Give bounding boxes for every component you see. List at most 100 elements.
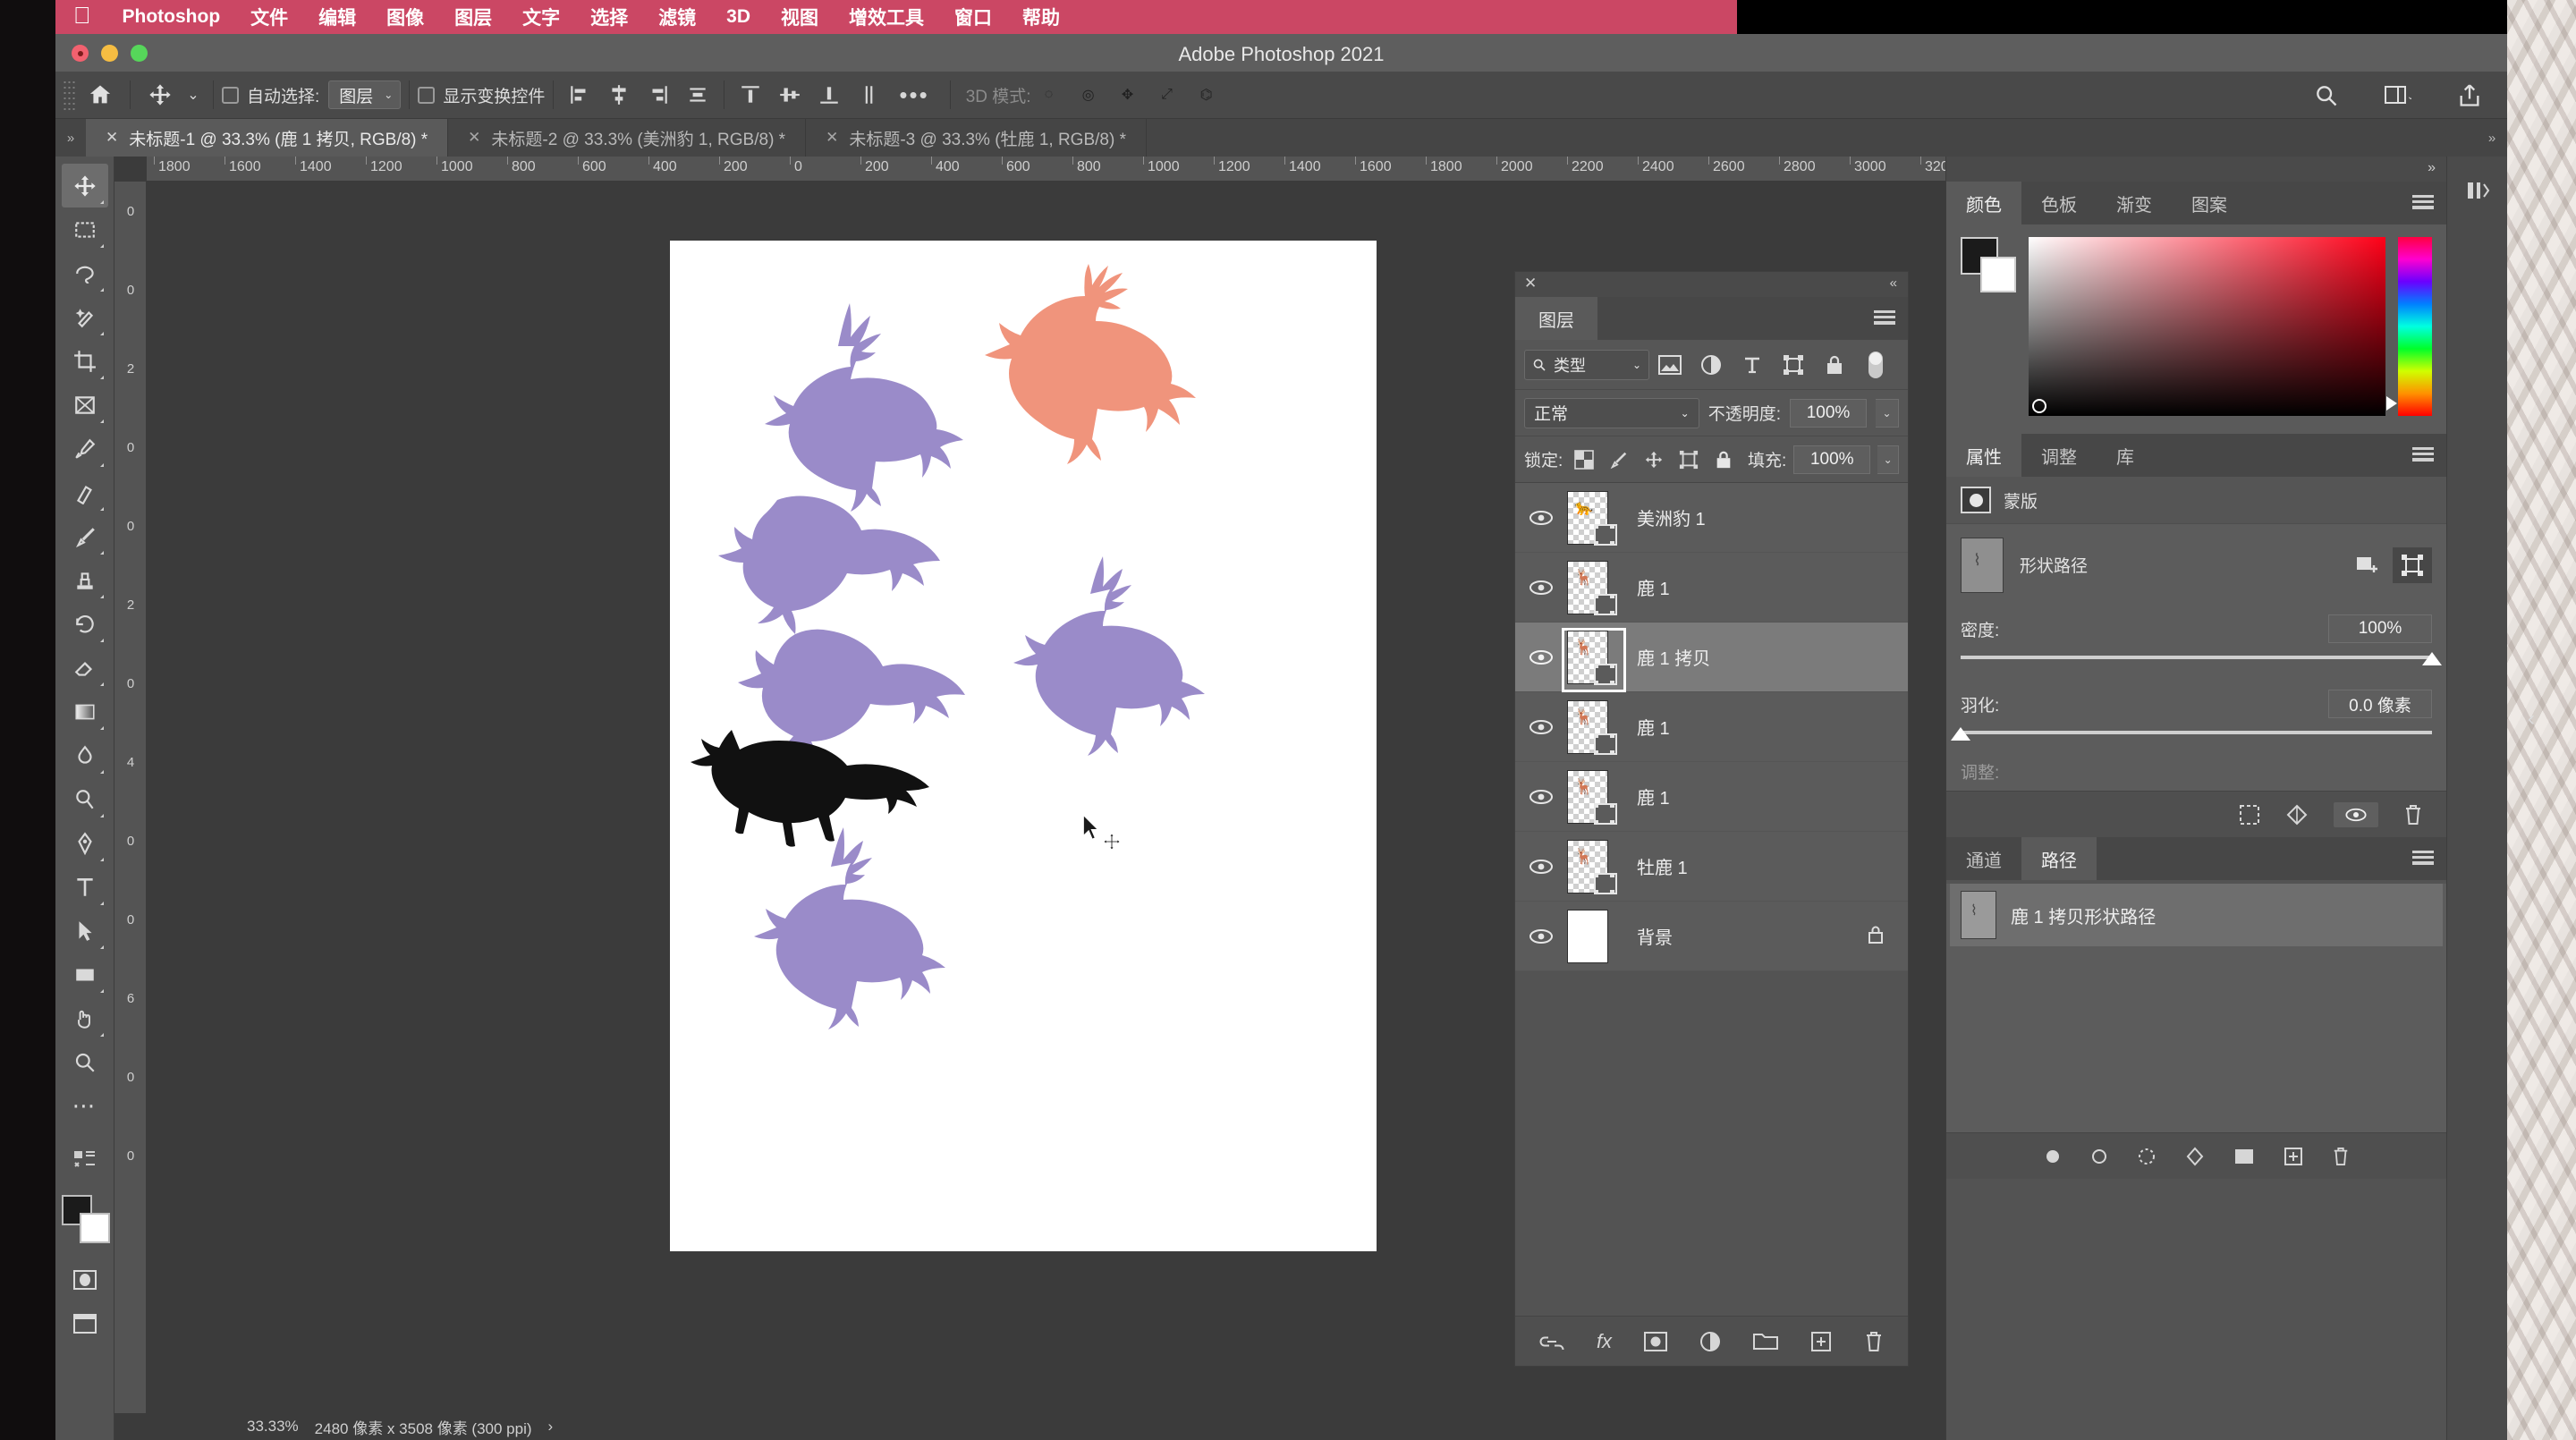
tool-blur[interactable] xyxy=(62,733,108,777)
tool-crop[interactable] xyxy=(62,339,108,383)
density-value[interactable]: 100% xyxy=(2328,614,2432,643)
close-icon[interactable]: ✕ xyxy=(106,129,118,147)
status-chevron-icon[interactable]: › xyxy=(548,1418,554,1436)
lock-position-icon[interactable] xyxy=(1640,445,1667,475)
menu-item-help[interactable]: 帮助 xyxy=(1007,4,1075,30)
tab-properties[interactable]: 属性 xyxy=(1946,434,2021,477)
tool-spot-healing-brush[interactable] xyxy=(62,470,108,514)
auto-select-scope-dropdown[interactable]: 图层 ⌄ xyxy=(328,80,401,109)
layer-style-fx-icon[interactable]: fx xyxy=(1597,1330,1612,1353)
tool-eyedropper[interactable] xyxy=(62,427,108,470)
quick-mask-icon[interactable] xyxy=(62,1258,108,1301)
color-field[interactable] xyxy=(2029,237,2385,416)
collapse-panel-icon[interactable]: » xyxy=(2428,160,2436,176)
layer-visibility-icon[interactable] xyxy=(1515,928,1567,944)
layer-thumbnail[interactable]: 🦌 xyxy=(1567,698,1623,757)
zoom-3d-icon[interactable]: ⌬ xyxy=(1189,77,1224,113)
workspace-icon[interactable]: ⌄ xyxy=(2371,77,2425,114)
tool-dodge[interactable] xyxy=(62,777,108,821)
fill-path-icon[interactable] xyxy=(2044,1148,2062,1165)
tool-lasso[interactable] xyxy=(62,251,108,295)
menu-item-window[interactable]: 窗口 xyxy=(939,4,1007,30)
document-tab-2[interactable]: ✕ 未标题-2 @ 33.3% (美洲豹 1, RGB/8) * xyxy=(448,119,806,157)
align-center-h-icon[interactable] xyxy=(601,77,637,113)
layer-thumbnail[interactable]: 🐆 xyxy=(1567,488,1623,547)
layer-visibility-icon[interactable] xyxy=(1515,719,1567,735)
panel-menu-icon[interactable] xyxy=(2412,195,2434,209)
mask-options-icon[interactable] xyxy=(2393,547,2432,583)
density-slider-handle[interactable] xyxy=(2422,652,2442,665)
panel-menu-icon[interactable] xyxy=(1874,310,1895,325)
close-icon[interactable]: ✕ xyxy=(826,129,838,147)
new-layer-icon[interactable] xyxy=(1810,1331,1832,1352)
layer-thumbnail[interactable] xyxy=(1567,907,1623,966)
panel-menu-icon[interactable] xyxy=(2412,851,2434,865)
canvas-document[interactable] xyxy=(670,241,1377,1251)
background-color-swatch[interactable] xyxy=(80,1213,110,1243)
zoom-level[interactable]: 33.33% xyxy=(247,1418,299,1436)
hue-slider[interactable] xyxy=(2398,237,2432,416)
show-transform-controls-checkbox[interactable] xyxy=(418,87,435,104)
layer-name[interactable]: 鹿 1 拷贝 xyxy=(1623,644,1710,670)
close-icon[interactable]: ✕ xyxy=(1524,275,1537,292)
tab-paths[interactable]: 路径 xyxy=(2021,837,2097,880)
distribute-h-icon[interactable] xyxy=(680,77,716,113)
color-field-picker-handle[interactable] xyxy=(2032,399,2046,413)
table-row[interactable]: 🦌 牡鹿 1 xyxy=(1515,832,1908,902)
filter-adjustment-icon[interactable] xyxy=(1690,349,1732,381)
tool-more[interactable]: ⋯ xyxy=(62,1084,108,1128)
layer-thumbnail[interactable]: 🦌 xyxy=(1567,558,1623,617)
tool-type[interactable] xyxy=(62,865,108,909)
filter-toggle-icon[interactable] xyxy=(1855,349,1896,381)
blend-mode-dropdown[interactable]: 正常 ⌄ xyxy=(1524,398,1699,428)
expand-panel-arrow-icon[interactable]: ‹ xyxy=(2528,707,2535,732)
distribute-v-icon[interactable] xyxy=(851,77,886,113)
vector-mask-thumbnail[interactable] xyxy=(1594,524,1617,546)
orbit-3d-icon[interactable]: ◌ xyxy=(1031,77,1067,113)
slide-3d-icon[interactable]: ⤢ xyxy=(1149,77,1185,113)
tool-eraser[interactable] xyxy=(62,646,108,690)
filter-shape-icon[interactable] xyxy=(1773,349,1814,381)
tab-patterns[interactable]: 图案 xyxy=(2172,182,2247,224)
align-left-icon[interactable] xyxy=(562,77,597,113)
filter-type-icon[interactable] xyxy=(1732,349,1773,381)
layer-mask-icon[interactable] xyxy=(1961,487,1991,513)
history-dock-icon[interactable] xyxy=(2451,164,2504,217)
layer-name[interactable]: 鹿 1 xyxy=(1623,714,1670,740)
new-adjustment-layer-icon[interactable] xyxy=(1699,1331,1721,1352)
menu-item-select[interactable]: 选择 xyxy=(575,4,643,30)
layer-visibility-icon[interactable] xyxy=(1515,580,1567,596)
collapse-panel-icon[interactable]: « xyxy=(1890,275,1897,291)
filter-smart-object-icon[interactable] xyxy=(1814,349,1855,381)
vector-mask-thumbnail[interactable] xyxy=(1594,594,1617,615)
path-name[interactable]: 鹿 1 拷贝形状路径 xyxy=(2011,902,2156,928)
panel-menu-icon[interactable] xyxy=(2412,447,2434,462)
lock-transparent-pixels-icon[interactable] xyxy=(1570,445,1597,475)
delete-mask-icon[interactable] xyxy=(2403,804,2423,826)
link-layers-icon[interactable] xyxy=(1539,1334,1564,1350)
layer-thumbnail[interactable]: 🦌 xyxy=(1567,628,1623,687)
layer-name[interactable]: 背景 xyxy=(1623,923,1673,949)
tool-history-brush[interactable] xyxy=(62,602,108,646)
move-tool-icon[interactable] xyxy=(139,76,182,114)
lock-all-icon[interactable] xyxy=(1709,445,1737,475)
layer-visibility-icon[interactable] xyxy=(1515,859,1567,875)
layer-name[interactable]: 鹿 1 xyxy=(1623,574,1670,600)
ellipsis-icon[interactable]: ••• xyxy=(886,81,941,109)
document-tab-3[interactable]: ✕ 未标题-3 @ 33.3% (牡鹿 1, RGB/8) * xyxy=(806,119,1147,157)
feather-value[interactable]: 0.0 像素 xyxy=(2328,690,2432,718)
tab-gradients[interactable]: 渐变 xyxy=(2097,182,2172,224)
menu-item-filter[interactable]: 滤镜 xyxy=(643,4,711,30)
apply-mask-icon[interactable] xyxy=(2285,804,2309,826)
layer-visibility-icon[interactable] xyxy=(1515,510,1567,526)
edit-toolbar-icon[interactable] xyxy=(62,1137,108,1181)
tool-preset-caret-icon[interactable]: ⌄ xyxy=(182,76,205,114)
tool-rectangular-marquee[interactable] xyxy=(62,208,108,251)
density-slider[interactable] xyxy=(1961,656,2432,659)
filter-kind-dropdown[interactable]: 类型 ⌄ xyxy=(1524,350,1649,380)
stroke-path-icon[interactable] xyxy=(2090,1148,2108,1165)
add-layer-mask-icon[interactable] xyxy=(1644,1332,1667,1351)
tool-quick-selection[interactable] xyxy=(62,295,108,339)
vector-mask-thumbnail[interactable] xyxy=(1594,664,1617,685)
table-row[interactable]: 🐆 美洲豹 1 xyxy=(1515,483,1908,553)
